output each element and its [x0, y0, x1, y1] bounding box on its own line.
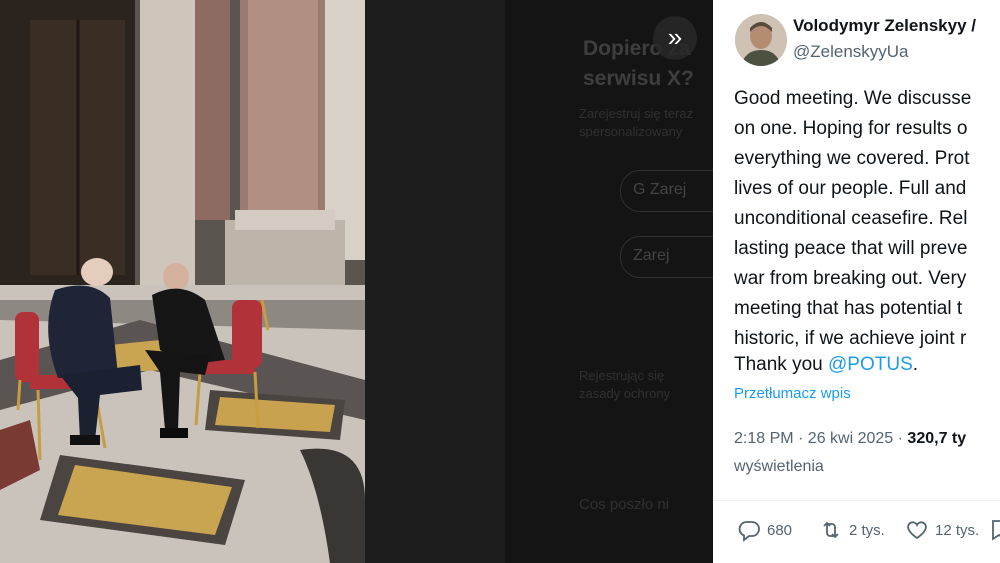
- background-google-button: G Zarej: [620, 170, 713, 212]
- avatar[interactable]: [735, 14, 787, 66]
- heart-icon: [907, 521, 927, 540]
- background-footer: zasady ochrony: [579, 386, 671, 401]
- tweet-text: Thank you: [734, 354, 828, 375]
- reply-button[interactable]: 680: [737, 518, 792, 542]
- views-count: 320,7 ty: [907, 430, 967, 447]
- timestamp[interactable]: 2:18 PM · 26 kwi 2025 ·: [734, 430, 907, 447]
- author-name[interactable]: Volodymyr Zelenskyy /: [793, 16, 976, 36]
- tweet-photo[interactable]: [0, 0, 365, 563]
- background-button-label: Zarej: [633, 247, 670, 264]
- divider: [713, 500, 1000, 501]
- dimmed-background-page: Dopiero za serwisu X? Zarejestruj się te…: [365, 0, 713, 563]
- tweet-panel: Volodymyr Zelenskyy / @ZelenskyyUa Good …: [713, 0, 1000, 563]
- next-image-button[interactable]: »: [653, 16, 697, 60]
- reply-count: 680: [767, 521, 793, 539]
- views-label: wyświetlenia: [734, 458, 824, 475]
- tweet-text-line: everything we covered. Prot: [734, 148, 970, 169]
- tweet-text-line: historic, if we achieve joint r: [734, 328, 967, 349]
- background-strip: [365, 0, 505, 563]
- like-count: 12 tys.: [935, 521, 980, 539]
- repost-count: 2 tys.: [849, 521, 885, 539]
- translate-link[interactable]: Przetłumacz wpis: [734, 385, 851, 402]
- tweet-text: .: [912, 354, 919, 375]
- tweet-text-line: on one. Hoping for results o: [734, 118, 968, 139]
- tweet-text-line: war from breaking out. Very: [734, 268, 967, 289]
- bookmark-icon: [992, 520, 1000, 541]
- tweet-text-line: Good meeting. We discusse: [734, 88, 972, 109]
- background-subtext: Zarejestruj się teraz: [579, 106, 694, 121]
- tweet-text-line: meeting that has potential t: [734, 298, 963, 319]
- bookmark-button[interactable]: [989, 518, 1000, 542]
- background-apple-button: Zarej: [620, 236, 713, 278]
- background-title-line: serwisu X?: [583, 67, 694, 90]
- background-subtext: spersonalizowany: [579, 124, 683, 139]
- like-button[interactable]: 12 tys.: [905, 518, 979, 542]
- background-error: Cos poszło ni: [579, 496, 670, 513]
- author-handle[interactable]: @ZelenskyyUa: [793, 42, 909, 62]
- tweet-text-line: lasting peace that will preve: [734, 238, 968, 259]
- mention-link[interactable]: @POTUS: [828, 354, 913, 375]
- tweet-meta: 2:18 PM · 26 kwi 2025 · 320,7 ty: [734, 430, 966, 448]
- tweet-text-line: unconditional ceasefire. Rel: [734, 208, 968, 229]
- reply-icon: [738, 521, 760, 542]
- tweet-text-line: lives of our people. Full and: [734, 178, 967, 199]
- background-button-label: G Zarej: [633, 181, 687, 198]
- background-footer: Rejestrując się: [579, 368, 665, 383]
- repost-button[interactable]: 2 tys.: [819, 518, 885, 542]
- tweet-text-last-line: Thank you @POTUS.: [734, 352, 918, 378]
- repost-icon: [823, 521, 839, 539]
